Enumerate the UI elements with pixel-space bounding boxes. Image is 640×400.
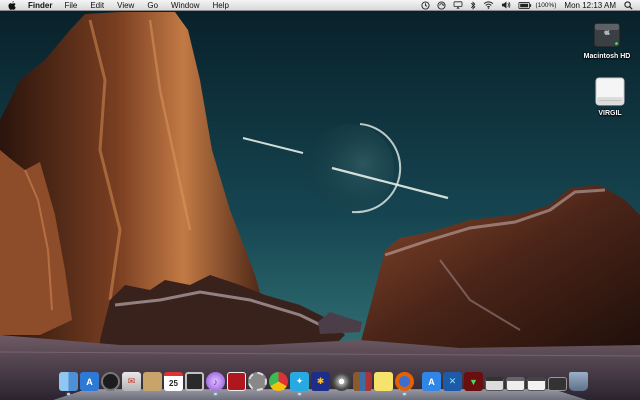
mail-icon[interactable]: ✉ bbox=[122, 372, 141, 391]
status-area: (100%) Mon 12:13 AM bbox=[414, 0, 633, 11]
dashboard-icon[interactable] bbox=[101, 372, 120, 391]
twitter-icon[interactable]: ✦ bbox=[290, 372, 309, 395]
battery-percent: (100%) bbox=[535, 1, 557, 9]
dvd-player-icon[interactable] bbox=[332, 372, 351, 391]
finder-icon[interactable] bbox=[59, 372, 78, 395]
airplay-icon[interactable] bbox=[453, 0, 463, 11]
battery-icon[interactable]: (100%) bbox=[518, 0, 556, 11]
menu-app-finder[interactable]: Finder bbox=[28, 0, 52, 11]
firefox-icon[interactable] bbox=[395, 372, 414, 395]
window-thumbnail-2-icon[interactable] bbox=[506, 377, 525, 391]
photo-booth-icon[interactable] bbox=[185, 372, 204, 391]
preview-pdf-icon[interactable] bbox=[227, 372, 246, 391]
books-icon[interactable] bbox=[353, 372, 372, 391]
window-thumbnail-3-icon[interactable] bbox=[527, 377, 546, 391]
app-store-icon[interactable]: A bbox=[80, 372, 99, 391]
menu-go[interactable]: Go bbox=[147, 0, 158, 11]
running-indicator bbox=[214, 393, 217, 395]
itunes-icon[interactable]: ♪ bbox=[206, 372, 225, 395]
walmart-spark-icon[interactable]: ✱ bbox=[311, 372, 330, 391]
running-indicator bbox=[67, 393, 70, 395]
download-icon[interactable]: ▼ bbox=[464, 372, 483, 391]
xcode-icon[interactable]: ✕ bbox=[443, 372, 462, 391]
time-machine-icon[interactable] bbox=[421, 0, 430, 11]
stickies-icon[interactable] bbox=[374, 372, 393, 391]
menu-view[interactable]: View bbox=[117, 0, 134, 11]
contacts-icon[interactable] bbox=[143, 372, 162, 391]
desktop-icon-virgil[interactable]: VIRGIL bbox=[580, 77, 640, 117]
menu-window[interactable]: Window bbox=[171, 0, 199, 11]
spotlight-search-icon[interactable] bbox=[624, 0, 633, 11]
dock: A ✉ 25 ♪ ✦ ✱ A ✕ ▼ bbox=[53, 369, 588, 400]
desktop-icon-label: VIRGIL bbox=[598, 110, 622, 117]
system-preferences-icon[interactable] bbox=[248, 372, 267, 391]
menu-edit[interactable]: Edit bbox=[90, 0, 104, 11]
running-indicator bbox=[298, 393, 301, 395]
bluetooth-icon[interactable] bbox=[470, 0, 476, 11]
running-indicator bbox=[403, 393, 406, 395]
chrome-icon[interactable] bbox=[269, 372, 288, 391]
menu-file[interactable]: File bbox=[64, 0, 77, 11]
menu-bar: Finder File Edit View Go Window Help (10… bbox=[0, 0, 640, 11]
menu-help[interactable]: Help bbox=[212, 0, 228, 11]
external-drive-icon bbox=[595, 77, 625, 107]
window-thumbnail-1-icon[interactable] bbox=[485, 377, 504, 391]
apple-menu-icon[interactable] bbox=[8, 0, 20, 10]
window-thumbnail-4-icon[interactable] bbox=[548, 377, 567, 391]
calendar-icon[interactable]: 25 bbox=[164, 372, 183, 391]
app-store-blue-icon[interactable]: A bbox=[422, 372, 441, 391]
sync-icon[interactable] bbox=[437, 0, 446, 11]
trash-icon[interactable] bbox=[569, 372, 588, 391]
desktop-wallpaper bbox=[0, 0, 640, 400]
desktop-icon-label: Macintosh HD bbox=[583, 53, 631, 60]
hard-drive-icon bbox=[592, 20, 622, 50]
wifi-icon[interactable] bbox=[483, 0, 494, 11]
menubar-clock[interactable]: Mon 12:13 AM bbox=[564, 1, 616, 10]
desktop-icon-macintosh-hd[interactable]: Macintosh HD bbox=[577, 20, 637, 60]
volume-icon[interactable] bbox=[501, 0, 511, 11]
